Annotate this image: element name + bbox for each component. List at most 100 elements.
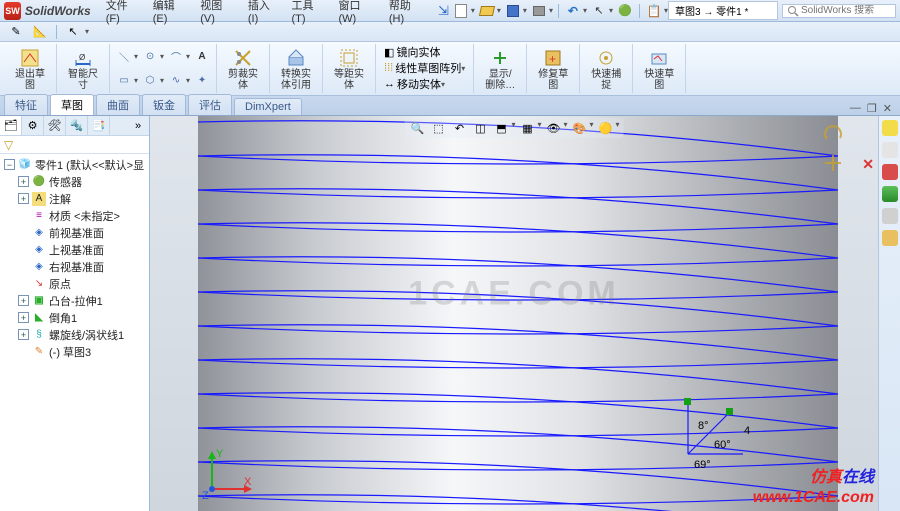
tree-item[interactable]: ◈上视基准面 xyxy=(2,241,147,258)
graphics-viewport[interactable]: 1CAE.COM 🔍 ⬚ ↶ ◫ ⬒▾ ▦▾ 👁▾ 🎨▾ 🟡▾ ✕ xyxy=(150,116,878,511)
spline-tool-icon[interactable]: ∿ xyxy=(168,73,184,87)
menu-file[interactable]: 文件(F) xyxy=(101,0,144,27)
dropdown-icon[interactable]: ▾ xyxy=(549,6,553,15)
move-button[interactable]: ↔移动实体▾ xyxy=(382,76,467,92)
select-button[interactable]: ↖ xyxy=(590,3,608,19)
exit-sketch-button[interactable]: 退出草图 xyxy=(10,44,50,94)
tree-item[interactable]: ◈右视基准面 xyxy=(2,258,147,275)
undo-button[interactable]: ↶ xyxy=(564,3,582,19)
tree-item[interactable]: +▣凸台-拉伸1 xyxy=(2,292,147,309)
collapse-icon[interactable]: − xyxy=(4,159,15,170)
save-button[interactable] xyxy=(504,3,522,19)
dim-angle-60[interactable]: 60° xyxy=(714,439,731,451)
tab-evaluate[interactable]: 评估 xyxy=(188,94,232,115)
dropdown-icon[interactable]: ▾ xyxy=(186,52,190,61)
search-box[interactable] xyxy=(782,4,896,18)
convert-button[interactable]: 转换实体引用 xyxy=(276,44,316,94)
tree-item[interactable]: ≡材质 <未指定> xyxy=(2,207,147,224)
arc-tool-icon[interactable]: ⌒ xyxy=(168,49,184,63)
fm-tab-tree-icon[interactable]: 🗂 xyxy=(0,116,22,135)
tree-item[interactable]: +A注解 xyxy=(2,190,147,207)
tree-root[interactable]: −🧊零件1 (默认<<默认>显 xyxy=(2,156,147,173)
new-button[interactable] xyxy=(452,3,470,19)
point-tool-icon[interactable]: ✦ xyxy=(194,73,210,87)
dropdown-icon[interactable]: ▾ xyxy=(523,6,527,15)
dropdown-icon[interactable]: ▾ xyxy=(583,6,587,15)
menu-insert[interactable]: 插入(I) xyxy=(243,0,283,27)
menu-edit[interactable]: 编辑(E) xyxy=(148,0,192,27)
dim-length-4[interactable]: 4 xyxy=(744,425,750,437)
pan-icon[interactable] xyxy=(822,152,844,174)
smart-dimension-button[interactable]: Ø 智能尺寸 xyxy=(63,44,103,94)
hide-show-icon[interactable]: 👁 xyxy=(544,120,562,136)
offset-button[interactable]: 等距实体 xyxy=(329,44,369,94)
dropdown-icon[interactable]: ▾ xyxy=(609,6,613,15)
maximize-icon[interactable]: ❐ xyxy=(867,102,877,115)
dropdown-icon[interactable]: ▾ xyxy=(134,76,138,85)
scene-icon[interactable]: 🎨 xyxy=(571,120,589,136)
dropdown-icon[interactable]: ▾ xyxy=(160,76,164,85)
search-input[interactable] xyxy=(801,5,891,16)
print-button[interactable] xyxy=(530,3,548,19)
dropdown-icon[interactable]: ▾ xyxy=(471,6,475,15)
repair-sketch-button[interactable]: + 修复草图 xyxy=(533,44,573,94)
expand-icon[interactable]: + xyxy=(18,193,29,204)
cursor-icon[interactable]: ↖ xyxy=(63,24,83,40)
dropdown-icon[interactable]: ▾ xyxy=(497,6,501,15)
close-icon[interactable]: ✕ xyxy=(883,102,892,115)
tree-item[interactable]: ✎(-) 草图3 xyxy=(2,343,147,360)
dropdown-icon[interactable]: ▾ xyxy=(160,52,164,61)
pin-icon[interactable]: ⇲ xyxy=(438,3,449,19)
dim-angle-8[interactable]: 8° xyxy=(698,420,709,432)
tab-sketch[interactable]: 草图 xyxy=(50,94,94,115)
exit-sketch-corner-icon[interactable]: ✕ xyxy=(862,156,874,173)
taskpane-custom-icon[interactable] xyxy=(882,230,898,246)
fm-tab-display-icon[interactable]: 🔩 xyxy=(66,116,88,135)
taskpane-appearances-icon[interactable] xyxy=(882,208,898,224)
fm-tab-config-icon[interactable]: 🛠 xyxy=(44,116,66,135)
rect-tool-icon[interactable]: ▭ xyxy=(116,73,132,87)
filter-icon[interactable]: ▽ xyxy=(4,138,13,152)
panel-expand-icon[interactable]: » xyxy=(127,116,149,135)
taskpane-palette-icon[interactable] xyxy=(882,186,898,202)
view-orient-icon[interactable]: ⬒ xyxy=(492,120,510,136)
taskpane-explorer-icon[interactable] xyxy=(882,164,898,180)
dropdown-icon[interactable]: ▾ xyxy=(186,76,190,85)
tab-features[interactable]: 特征 xyxy=(4,94,48,115)
dimension-tool-icon[interactable]: 📐 xyxy=(30,24,50,40)
zoom-area-icon[interactable]: ⬚ xyxy=(429,120,447,136)
line-tool-icon[interactable]: ＼ xyxy=(116,49,132,63)
polygon-tool-icon[interactable]: ⬡ xyxy=(142,73,158,87)
pattern-button[interactable]: ⁞⁞⁞线性草图阵列▾ xyxy=(382,60,467,76)
view-settings-icon[interactable]: 🟡 xyxy=(597,120,615,136)
section-view-icon[interactable]: ◫ xyxy=(471,120,489,136)
menu-tools[interactable]: 工具(T) xyxy=(287,0,330,27)
circle-tool-icon[interactable]: ⊙ xyxy=(142,49,158,63)
trim-button[interactable]: 剪裁实体 xyxy=(223,44,263,94)
dim-angle-69[interactable]: 69° xyxy=(694,459,711,471)
tree-item[interactable]: ↘原点 xyxy=(2,275,147,292)
options-button[interactable]: 📋 xyxy=(645,3,663,19)
tab-dimxpert[interactable]: DimXpert xyxy=(234,98,302,115)
zoom-fit-icon[interactable]: 🔍 xyxy=(408,120,426,136)
expand-icon[interactable]: + xyxy=(18,295,29,306)
quick-snap-button[interactable]: 快速捕捉 xyxy=(586,44,626,94)
menu-help[interactable]: 帮助(H) xyxy=(384,0,428,27)
display-delete-button[interactable]: 显示/删除… xyxy=(480,44,520,94)
taskpane-library-icon[interactable] xyxy=(882,142,898,158)
tree-item[interactable]: ◈前视基准面 xyxy=(2,224,147,241)
minimize-icon[interactable]: — xyxy=(850,102,861,115)
tab-sheetmetal[interactable]: 钣金 xyxy=(142,94,186,115)
fm-tab-extra-icon[interactable]: 📑 xyxy=(88,116,110,135)
open-button[interactable] xyxy=(478,3,496,19)
tree-item[interactable]: +§螺旋线/涡状线1 xyxy=(2,326,147,343)
dropdown-icon[interactable]: ▾ xyxy=(85,27,89,36)
tree-item[interactable]: +◣倒角1 xyxy=(2,309,147,326)
fm-tab-prop-icon[interactable]: ⚙ xyxy=(22,116,44,135)
tab-surface[interactable]: 曲面 xyxy=(96,94,140,115)
rotate-icon[interactable] xyxy=(822,124,844,146)
menu-window[interactable]: 窗口(W) xyxy=(334,0,380,27)
expand-icon[interactable]: + xyxy=(18,176,29,187)
expand-icon[interactable]: + xyxy=(18,312,29,323)
mirror-button[interactable]: ◧镜向实体 xyxy=(382,44,467,60)
